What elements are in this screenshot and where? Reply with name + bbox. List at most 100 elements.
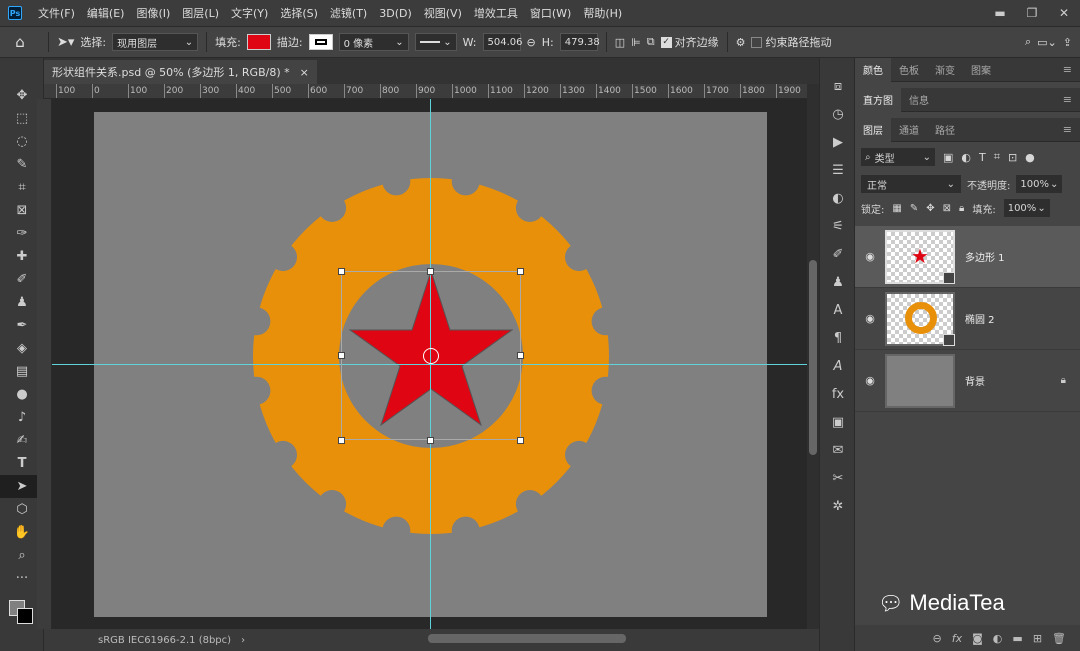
tab-patterns[interactable]: 图案 <box>963 58 999 82</box>
menu-select[interactable]: 选择(S) <box>274 5 324 21</box>
stroke-type-dropdown[interactable]: ⌄ <box>414 33 457 51</box>
glyphs-icon[interactable]: A <box>820 352 856 380</box>
menu-file[interactable]: 文件(F) <box>32 5 81 21</box>
minimize-icon[interactable]: ▬ <box>984 6 1016 20</box>
tab-histogram[interactable]: 直方图 <box>855 87 901 112</box>
pixel-filter-icon[interactable]: ▣ <box>943 151 953 164</box>
layer-comps-icon[interactable]: ⧈ <box>820 72 856 100</box>
align-edges-checkbox[interactable]: ✓ 对齐边缘 <box>660 34 719 50</box>
brushes-icon[interactable]: ✐ <box>820 240 856 268</box>
type-filter-icon[interactable]: T <box>979 151 986 164</box>
share-icon[interactable]: ⇪ <box>1063 36 1072 49</box>
fill-color-swatch[interactable] <box>246 34 271 50</box>
menu-plugins[interactable]: 增效工具 <box>468 5 524 21</box>
smart-object-filter-icon[interactable]: ⊡ <box>1008 151 1017 164</box>
tab-info[interactable]: 信息 <box>901 88 937 112</box>
path-operations-icon[interactable]: ◫ <box>615 36 625 49</box>
reference-point-icon[interactable] <box>423 348 439 364</box>
character-icon[interactable]: A <box>820 296 856 324</box>
layer-style-icon[interactable]: fx <box>952 632 962 645</box>
menu-view[interactable]: 视图(V) <box>418 5 468 21</box>
transform-handle[interactable] <box>338 352 345 359</box>
adjustment-filter-icon[interactable]: ◐ <box>961 151 971 164</box>
panel-menu-icon[interactable]: ≡ <box>1063 63 1072 76</box>
eye-icon[interactable]: ◉ <box>855 250 885 263</box>
opacity-input[interactable]: 100% ⌄ <box>1016 175 1063 193</box>
height-input[interactable]: 479.38 <box>559 33 600 51</box>
history-icon[interactable]: ◷ <box>820 100 856 128</box>
width-input[interactable]: 504.06 <box>482 33 523 51</box>
lock-position-icon[interactable]: ✥ <box>926 203 934 214</box>
lock-artboard-icon[interactable]: ⊠ <box>943 203 951 214</box>
lock-all-icon[interactable]: 🔒︎ <box>959 203 964 214</box>
path-selection-tool-icon[interactable]: ➤▾ <box>57 35 74 50</box>
layer-filter-dropdown[interactable]: ⌕ 类型 ⌄ <box>861 148 935 166</box>
link-layers-icon[interactable]: ⊖ <box>933 632 942 645</box>
constrain-path-checkbox[interactable]: 约束路径拖动 <box>751 34 831 50</box>
transform-handle[interactable] <box>338 268 345 275</box>
transform-handle[interactable] <box>338 437 345 444</box>
workspace-icon[interactable]: ▭⌄ <box>1037 36 1057 49</box>
adjustment-layer-icon[interactable]: ◐ <box>993 632 1003 645</box>
menu-help[interactable]: 帮助(H) <box>577 5 628 21</box>
paragraph-icon[interactable]: ¶ <box>820 324 856 352</box>
lock-pixels-icon[interactable]: ✎ <box>910 203 918 214</box>
menu-3d[interactable]: 3D(D) <box>373 7 418 20</box>
filter-toggle-icon[interactable]: ● <box>1025 151 1035 164</box>
menu-window[interactable]: 窗口(W) <box>524 5 577 21</box>
layer-mask-icon[interactable]: ◙ <box>972 632 983 645</box>
select-dropdown[interactable]: 现用图层 ⌄ <box>112 33 199 51</box>
stroke-color-swatch[interactable] <box>308 34 333 50</box>
path-alignment-icon[interactable]: ⊫ <box>631 36 641 49</box>
lock-transparency-icon[interactable]: ▦ <box>892 203 901 214</box>
menu-type[interactable]: 文字(Y) <box>225 5 274 21</box>
tab-paths[interactable]: 路径 <box>927 118 963 142</box>
tab-layers[interactable]: 图层 <box>855 117 891 142</box>
search-icon[interactable]: ⌕ <box>1025 35 1031 49</box>
document-tab[interactable]: 形状组件关系.psd @ 50% (多边形 1, RGB/8) * × <box>44 60 317 84</box>
transform-handle[interactable] <box>517 268 524 275</box>
blend-mode-dropdown[interactable]: 正常 ⌄ <box>861 175 961 193</box>
transform-handle[interactable] <box>517 352 524 359</box>
path-arrangement-icon[interactable]: ⧉ <box>647 35 655 49</box>
layer-row[interactable]: ◉ 背景 🔒︎ <box>855 350 1080 412</box>
3d-icon[interactable]: ✲ <box>820 492 856 520</box>
tab-swatches[interactable]: 色板 <box>891 58 927 82</box>
styles-icon[interactable]: ◐ <box>820 184 856 212</box>
horizontal-scroll-thumb[interactable] <box>428 634 626 643</box>
clone-source-icon[interactable]: ♟ <box>820 268 856 296</box>
layer-row[interactable]: ◉ ★ 多边形 1 <box>855 226 1080 288</box>
tab-gradients[interactable]: 渐变 <box>927 58 963 82</box>
home-icon[interactable]: ⌂ <box>0 33 40 51</box>
delete-layer-icon[interactable]: 🗑︎ <box>1052 632 1066 645</box>
link-icon[interactable]: ⊖ <box>527 36 536 49</box>
new-group-icon[interactable]: ▬ <box>1012 632 1022 645</box>
menu-filter[interactable]: 滤镜(T) <box>324 5 373 21</box>
menu-edit[interactable]: 编辑(E) <box>81 5 131 21</box>
stroke-width-field[interactable]: 0 像素 ⌄ <box>338 33 409 51</box>
tool-presets-icon[interactable]: ✂ <box>820 464 856 492</box>
vertical-scroll-thumb[interactable] <box>809 260 817 455</box>
notes-icon[interactable]: ✉ <box>820 436 856 464</box>
layer-row[interactable]: ◉ 椭圆 2 <box>855 288 1080 350</box>
fx-icon[interactable]: fx <box>820 380 856 408</box>
close-tab-icon[interactable]: × <box>300 66 309 79</box>
new-layer-icon[interactable]: ⊞ <box>1033 632 1042 645</box>
menu-image[interactable]: 图像(I) <box>130 5 176 21</box>
tab-channels[interactable]: 通道 <box>891 118 927 142</box>
shape-filter-icon[interactable]: ⌗ <box>994 150 1000 164</box>
panel-menu-icon[interactable]: ≡ <box>1063 123 1072 136</box>
transform-handle[interactable] <box>517 437 524 444</box>
actions-play-icon[interactable]: ▶ <box>820 128 856 156</box>
gear-icon[interactable]: ⚙ <box>736 36 746 49</box>
status-menu-arrow[interactable]: › <box>241 635 245 646</box>
properties-icon[interactable]: ⚟ <box>820 212 856 240</box>
panel-menu-icon[interactable]: ≡ <box>1063 93 1072 106</box>
menu-layer[interactable]: 图层(L) <box>176 5 225 21</box>
transform-handle[interactable] <box>427 268 434 275</box>
restore-icon[interactable]: ❐ <box>1016 6 1048 20</box>
eye-icon[interactable]: ◉ <box>855 374 885 387</box>
eye-icon[interactable]: ◉ <box>855 312 885 325</box>
navigator-icon[interactable]: ▣ <box>820 408 856 436</box>
fill-input[interactable]: 100% ⌄ <box>1003 199 1050 217</box>
